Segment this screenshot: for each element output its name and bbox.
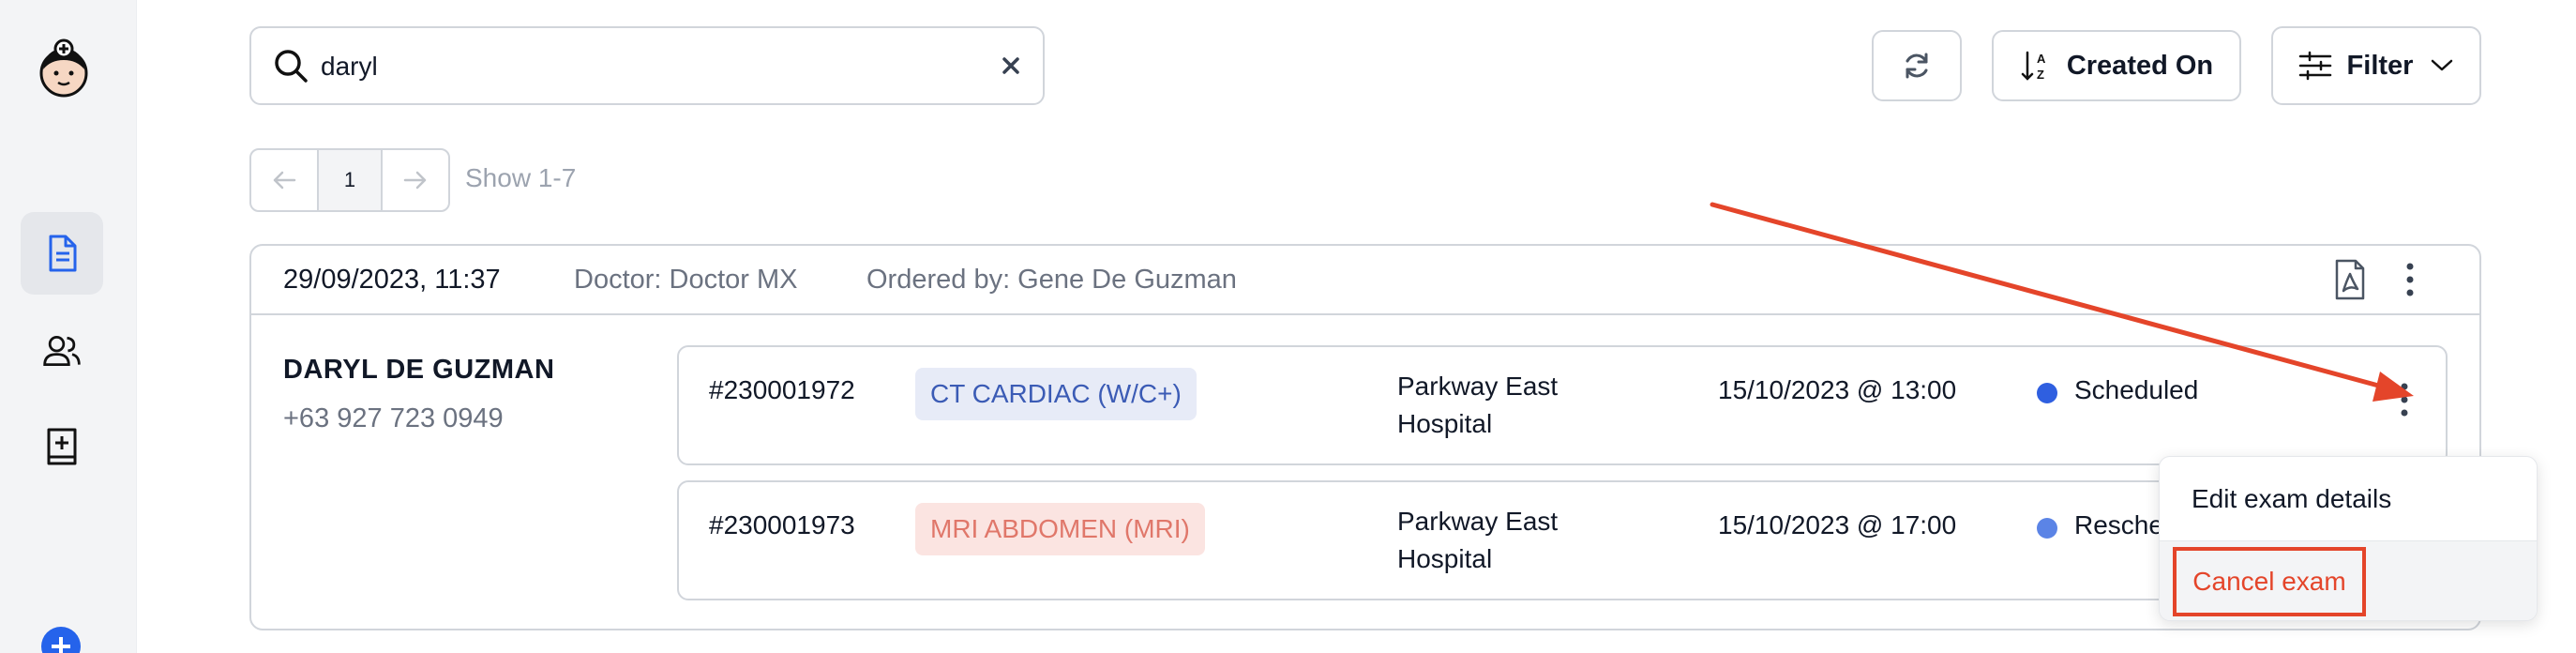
search-input[interactable]	[321, 49, 958, 84]
filter-sliders-icon	[2298, 51, 2331, 81]
exam-location-line2: Hospital	[1397, 409, 1493, 438]
kebab-icon[interactable]	[2401, 261, 2419, 298]
exam-location-line2: Hospital	[1397, 544, 1493, 573]
sort-button[interactable]: A Z Created On	[1992, 30, 2241, 101]
exam-id: #230001973	[709, 510, 855, 539]
exam-context-menu: Edit exam details Cancel exam	[2159, 456, 2538, 621]
current-page[interactable]: 1	[317, 150, 383, 210]
order-ordered-by: Ordered by: Gene De Guzman	[866, 265, 1237, 295]
order-card-header: 29/09/2023, 11:37 Doctor: Doctor MX Orde…	[251, 246, 2479, 315]
exam-datetime: 15/10/2023 @ 13:00	[1718, 375, 1957, 404]
search-icon	[275, 50, 308, 83]
arrow-left-icon	[273, 171, 296, 190]
arrow-right-icon	[403, 171, 427, 190]
order-datetime: 29/09/2023, 11:37	[283, 265, 501, 295]
exam-type-tag: MRI ABDOMEN (MRI)	[915, 503, 1205, 555]
sidebar-item-records[interactable]	[21, 405, 103, 488]
exam-id: #230001972	[709, 375, 855, 404]
exam-location-line1: Parkway East	[1397, 372, 1559, 401]
pagination: 1	[249, 148, 450, 212]
document-icon	[49, 235, 77, 272]
pdf-icon[interactable]	[2333, 259, 2367, 300]
status-dot	[2037, 383, 2057, 403]
exam-location: Parkway East Hospital	[1397, 368, 1604, 443]
sidebar	[0, 0, 137, 653]
order-doctor: Doctor: Doctor MX	[574, 265, 798, 295]
chevron-down-icon	[2432, 59, 2453, 71]
svg-text:A: A	[2037, 52, 2046, 66]
exam-location-line1: Parkway East	[1397, 507, 1559, 536]
sidebar-item-patients[interactable]	[21, 310, 103, 392]
exam-location: Parkway East Hospital	[1397, 503, 1604, 578]
exam-type-tag: CT CARDIAC (W/C+)	[915, 368, 1197, 420]
patient-name: DARYL DE GUZMAN	[283, 355, 555, 385]
svg-text:Z: Z	[2037, 68, 2044, 82]
plus-icon[interactable]	[41, 627, 81, 653]
search-bar	[249, 26, 1045, 105]
sidebar-item-orders[interactable]	[21, 212, 103, 295]
users-icon	[43, 335, 81, 367]
sort-az-icon: A Z	[2021, 51, 2046, 82]
add-record-icon	[47, 428, 77, 465]
refresh-icon	[1906, 53, 1928, 79]
exam-status: Scheduled	[2074, 375, 2199, 404]
order-card: 29/09/2023, 11:37 Doctor: Doctor MX Orde…	[249, 244, 2481, 630]
refresh-button[interactable]	[1872, 30, 1962, 101]
exam-datetime: 15/10/2023 @ 17:00	[1718, 510, 1957, 539]
sort-button-label: Created On	[2066, 50, 2214, 81]
pagination-range: Show 1-7	[465, 163, 577, 192]
patient-phone: +63 927 723 0949	[283, 403, 504, 433]
next-page-button[interactable]	[383, 150, 448, 210]
status-dot	[2037, 518, 2057, 539]
prev-page-button[interactable]	[251, 150, 317, 210]
cancel-exam-menu-item[interactable]: Cancel exam	[2160, 541, 2537, 620]
app-logo-icon[interactable]	[36, 36, 92, 101]
filter-button[interactable]: Filter	[2271, 26, 2481, 105]
exam-row[interactable]: #230001972 CT CARDIAC (W/C+) Parkway Eas…	[677, 345, 2448, 465]
cancel-exam-label: Cancel exam	[2173, 547, 2366, 616]
clear-icon[interactable]	[998, 53, 1024, 79]
exam-status: Resche	[2074, 510, 2163, 539]
edit-exam-menu-item[interactable]: Edit exam details	[2160, 457, 2537, 541]
filter-button-label: Filter	[2346, 50, 2414, 81]
kebab-icon[interactable]	[2395, 381, 2414, 418]
